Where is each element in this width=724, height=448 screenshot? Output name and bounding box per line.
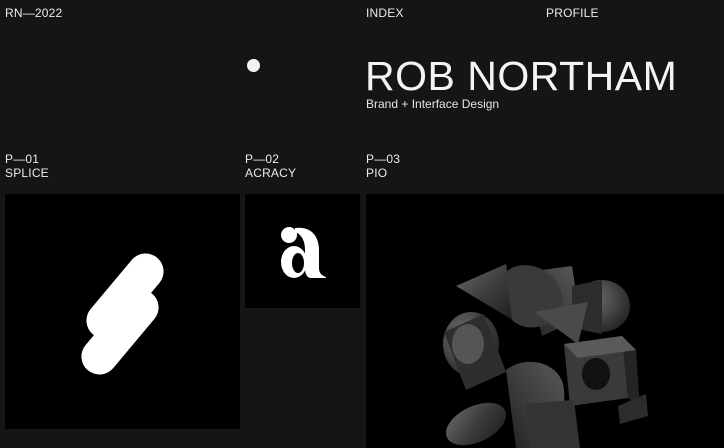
page-title: ROB NORTHAM: [365, 53, 678, 99]
site-code[interactable]: RN—2022: [5, 6, 62, 20]
project-2-title[interactable]: ACRACY: [245, 166, 296, 180]
project-3-number: P—03: [366, 152, 401, 166]
3d-shapes-render: [443, 264, 648, 448]
page-subtitle: Brand + Interface Design: [366, 97, 500, 111]
nav-profile-link[interactable]: PROFILE: [546, 6, 599, 20]
dot-icon: [247, 59, 260, 72]
project-1-title[interactable]: SPLICE: [5, 166, 49, 180]
project-2-thumbnail[interactable]: [245, 194, 360, 308]
project-3-title[interactable]: PIO: [366, 166, 387, 180]
project-1-thumbnail[interactable]: [5, 194, 240, 429]
nav-index-link[interactable]: INDEX: [366, 6, 404, 20]
acracy-a-logo-icon: [281, 227, 326, 278]
project-3-thumbnail[interactable]: [366, 194, 724, 448]
project-2-number: P—02: [245, 152, 280, 166]
splice-logo-icon: [81, 253, 164, 375]
project-1-number: P—01: [5, 152, 40, 166]
